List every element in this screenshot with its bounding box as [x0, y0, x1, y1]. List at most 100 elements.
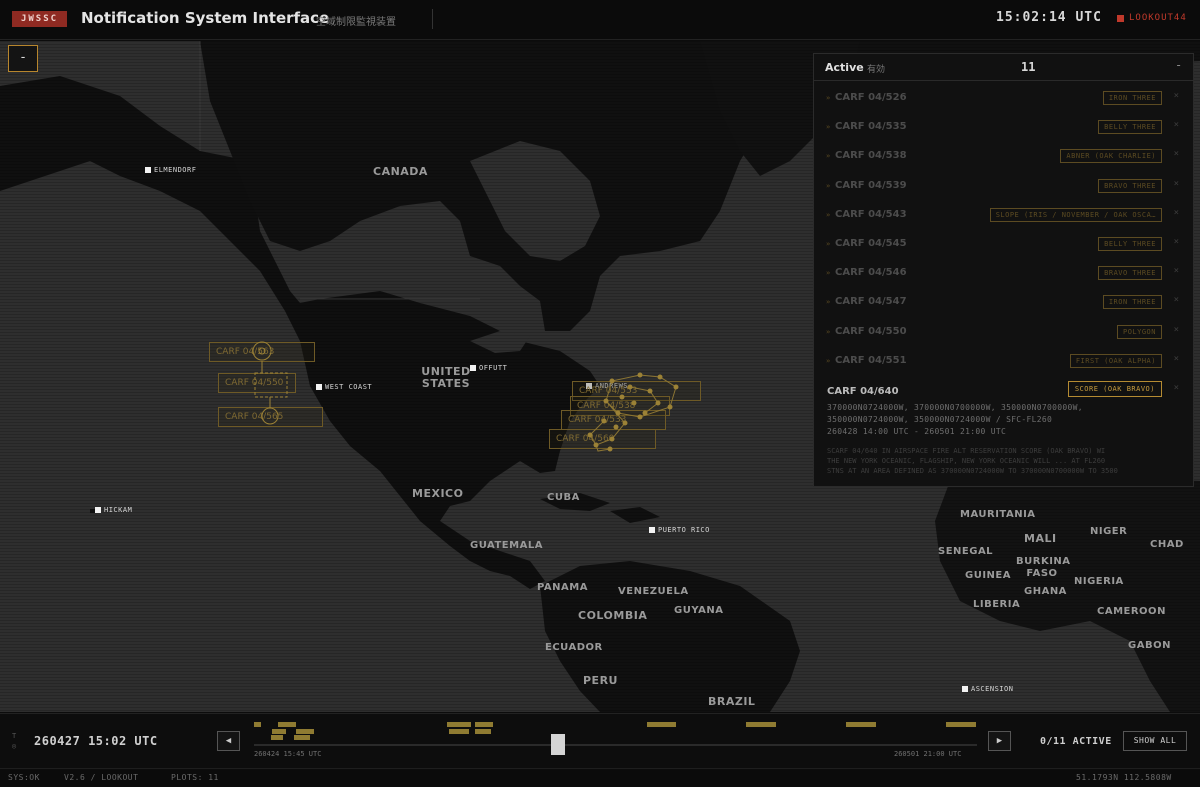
timeline-event-bar[interactable]: [647, 722, 676, 727]
notification-id: CARF 04/543: [835, 208, 907, 220]
timeline-event-bar[interactable]: [746, 722, 776, 727]
notification-row[interactable]: » CARF 04/538 ABNER (OAK CHARLIE) ×: [814, 143, 1193, 172]
timeline-scrubber-handle[interactable]: [551, 734, 565, 755]
notification-detail[interactable]: CARF 04/640 SCORE (OAK BRAVO) × 370000N0…: [814, 377, 1193, 486]
notification-row[interactable]: » CARF 04/547 IRON THREE ×: [814, 289, 1193, 318]
notification-row[interactable]: » CARF 04/543 SLOPE (IRIS / NOVEMBER / OAK…: [814, 202, 1193, 231]
timeline-next-button[interactable]: ▶: [988, 731, 1011, 751]
chevron-right-icon: »: [826, 298, 831, 307]
active-notifications-panel: Active 有効 11 - » CARF 04/526 IRON THREE × » C…: [813, 53, 1194, 487]
chevron-right-icon: »: [826, 152, 831, 161]
notification-tag[interactable]: IRON THREE: [1102, 295, 1162, 310]
notification-id: CARF 04/545: [835, 238, 907, 249]
notification-id: CARF 04/538: [835, 150, 907, 162]
remove-icon[interactable]: ×: [1174, 91, 1179, 101]
user-name[interactable]: LOOKOUT44: [1129, 13, 1187, 23]
notification-tag[interactable]: BRAVO THREE: [1098, 178, 1162, 193]
notification-id: CARF 04/550: [835, 325, 907, 337]
remove-icon[interactable]: ×: [1174, 295, 1179, 305]
app-title: Notification System Interface: [81, 9, 330, 27]
status-bar: SYS:OK V2.6 / LOOKOUT PLOTS: 11 51.1793N…: [0, 770, 1200, 787]
plot-polygon: [605, 374, 677, 418]
notification-row[interactable]: » CARF 04/545 BELLY THREE ×: [814, 231, 1193, 260]
coordinates-line: 350000N0724000W, 350000N0724000W / SFC-F…: [827, 415, 1053, 424]
plot-area-circle: [252, 341, 272, 361]
remove-icon[interactable]: ×: [1174, 237, 1179, 247]
clock-icon: T ◎: [12, 732, 17, 750]
timeline-event-bar[interactable]: [278, 722, 296, 727]
description-line: STNS AT AN AREA DEFINED AS 370000N072400…: [827, 467, 1118, 475]
current-time: 260427 15:02 UTC: [34, 734, 158, 748]
panel-subtitle: 有効: [867, 65, 886, 75]
timeline-event-bar[interactable]: [946, 722, 976, 727]
notification-id: CARF 04/547: [835, 296, 907, 308]
notification-tag[interactable]: POLYGON: [1116, 324, 1162, 339]
remove-icon[interactable]: ×: [1174, 266, 1179, 276]
notification-row[interactable]: » CARF 04/546 BRAVO THREE ×: [814, 260, 1193, 289]
notification-row[interactable]: » CARF 04/535 BELLY THREE ×: [814, 114, 1193, 143]
header-divider: [432, 9, 433, 29]
remove-icon[interactable]: ×: [1174, 179, 1179, 189]
timeline-prev-button[interactable]: ◀: [217, 731, 240, 751]
timeline-event-bar[interactable]: [846, 722, 876, 727]
notification-tag[interactable]: ABNER (OAK CHARLIE): [1060, 149, 1162, 164]
plot-polygon: [629, 386, 659, 414]
panel-title: Active: [825, 61, 864, 74]
user-status-icon: [1117, 15, 1124, 22]
chevron-right-icon: »: [826, 123, 831, 132]
chevron-right-icon: »: [826, 210, 831, 219]
timeline-event-bar[interactable]: [296, 729, 314, 734]
chevron-right-icon: »: [826, 94, 831, 102]
notification-id: CARF 04/546: [835, 267, 907, 279]
remove-icon[interactable]: ×: [1174, 383, 1179, 393]
panel-header: Active 有効 11 -: [814, 54, 1193, 81]
remove-icon[interactable]: ×: [1174, 354, 1179, 364]
coordinates-line: 370000N0724000W, 370000N0700000W, 350000…: [827, 403, 1083, 412]
timeline-event-bar[interactable]: [475, 722, 493, 727]
notification-tag[interactable]: BRAVO THREE: [1098, 266, 1162, 281]
plot-area-circle: [258, 347, 266, 355]
show-all-button[interactable]: SHOW ALL: [1123, 731, 1187, 751]
notification-row[interactable]: » CARF 04/539 BRAVO THREE ×: [814, 173, 1193, 202]
timeline-track[interactable]: [254, 744, 977, 746]
notification-tag[interactable]: BELLY THREE: [1098, 237, 1162, 251]
active-count-badge: 11: [1021, 60, 1036, 74]
notification-tag[interactable]: FIRST (OAK ALPHA): [1069, 353, 1162, 368]
chevron-right-icon: »: [826, 181, 831, 190]
timeline-start-label: 260424 15:45 UTC: [254, 750, 322, 758]
timeline-event-bar[interactable]: [447, 722, 471, 727]
chevron-right-icon: »: [826, 327, 831, 336]
active-count: 0/11 ACTIVE: [1040, 736, 1112, 747]
remove-icon[interactable]: ×: [1174, 208, 1179, 218]
description-line: SCARF 04/640 IN AIRSPACE FIRE ALT RESERV…: [827, 447, 1106, 455]
plot-count: PLOTS: 11: [171, 773, 219, 782]
timeline-event-bar[interactable]: [271, 735, 283, 740]
notification-tag[interactable]: SCORE (OAK BRAVO): [1067, 381, 1162, 397]
time-window: 260428 14:00 UTC - 260501 21:00 UTC: [827, 427, 1007, 436]
notification-tag[interactable]: SLOPE (IRIS / NOVEMBER / OAK OSCA…: [989, 207, 1162, 222]
description-line: THE NEW YORK OCEANIC, FLAGSHIP, NEW YORK…: [827, 457, 1106, 465]
timeline-bar: T ◎ 260427 15:02 UTC ◀ ▶ 260424 15:45 UTC…: [0, 713, 1200, 769]
notification-row[interactable]: » CARF 04/551 FIRST (OAK ALPHA) ×: [814, 348, 1193, 377]
timeline-event-bar[interactable]: [272, 729, 286, 734]
notification-row[interactable]: » CARF 04/550 POLYGON ×: [814, 319, 1193, 348]
remove-icon[interactable]: ×: [1174, 149, 1179, 159]
notification-tag[interactable]: IRON THREE: [1102, 91, 1162, 105]
timeline-event-bar[interactable]: [449, 729, 469, 734]
plot-area-circle: [261, 407, 279, 425]
timeline-end-label: 260501 21:00 UTC: [894, 750, 962, 758]
version-label: V2.6 / LOOKOUT: [64, 773, 139, 782]
notification-id: CARF 04/640: [827, 386, 899, 397]
remove-icon[interactable]: ×: [1174, 120, 1179, 130]
system-status: SYS:OK: [8, 773, 40, 782]
timeline-event-bar[interactable]: [475, 729, 491, 734]
notification-id: CARF 04/551: [835, 354, 907, 366]
chevron-right-icon: »: [826, 240, 831, 248]
timeline-event-bar[interactable]: [294, 735, 310, 740]
notification-row[interactable]: » CARF 04/526 IRON THREE ×: [814, 85, 1193, 114]
utc-clock: 15:02:14 UTC: [996, 10, 1102, 25]
remove-icon[interactable]: ×: [1174, 325, 1179, 335]
notification-tag[interactable]: BELLY THREE: [1098, 120, 1162, 135]
panel-minimize-button[interactable]: -: [1175, 58, 1182, 72]
timeline-event-bar[interactable]: [254, 722, 261, 727]
